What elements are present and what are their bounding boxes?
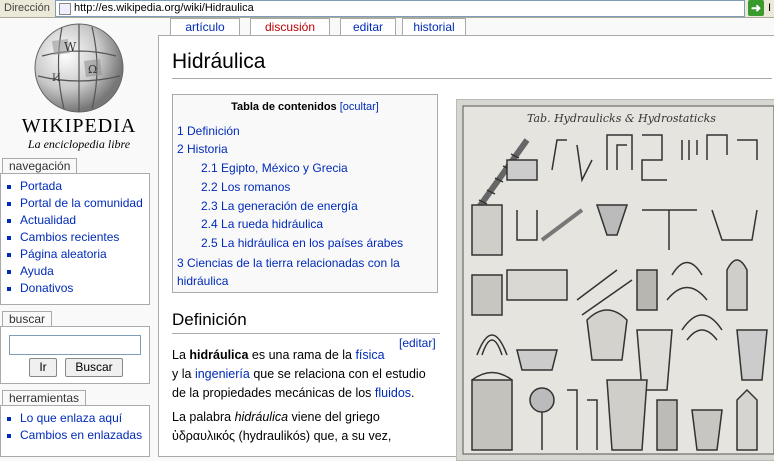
bullet-icon bbox=[7, 252, 11, 257]
bullet-icon bbox=[7, 286, 11, 291]
bullet-icon bbox=[7, 184, 11, 189]
sidebar-item-enlazadas[interactable]: Cambios en enlazadas bbox=[7, 427, 149, 444]
engraving-image: Tab. Hydraulicks & Hydrostaticks bbox=[462, 105, 774, 455]
tab-articulo[interactable]: artículo bbox=[170, 18, 240, 36]
nav-portlet: Portada Portal de la comunidad Actualida… bbox=[0, 173, 150, 305]
toc-item[interactable]: 2.5 La hidráulica en los países árabes bbox=[201, 236, 403, 250]
wikipedia-logo[interactable]: W Ω И WIKIPEDIA La enciclopedia libre bbox=[0, 17, 160, 157]
link-fluidos[interactable]: fluidos bbox=[375, 386, 411, 400]
toc-item[interactable]: 2.1 Egipto, México y Grecia bbox=[201, 161, 348, 175]
bullet-icon bbox=[7, 201, 11, 206]
bullet-icon bbox=[7, 218, 11, 223]
svg-text:И: И bbox=[52, 73, 61, 84]
content-area: Hidráulica Tabla de contenidos [ocultar]… bbox=[158, 35, 774, 461]
illustration-caption: Tab. Hydraulicks & Hydrostaticks bbox=[527, 112, 716, 125]
sidebar-item-portada[interactable]: Portada bbox=[7, 178, 149, 195]
tab-editar[interactable]: editar bbox=[340, 18, 396, 35]
toc-item[interactable]: 3 Ciencias de la tierra relacionadas con… bbox=[177, 256, 400, 270]
paragraph-line: y la ingeniería que se relaciona con el … bbox=[172, 367, 426, 381]
svg-text:W: W bbox=[64, 40, 77, 54]
bullet-icon bbox=[7, 235, 11, 240]
puzzle-globe-icon: W Ω И bbox=[34, 23, 124, 113]
paragraph-line: La palabra hidráulica viene del griego bbox=[172, 410, 380, 424]
logo-tagline: La enciclopedia libre bbox=[27, 137, 131, 151]
sidebar-item-portal[interactable]: Portal de la comunidad bbox=[7, 195, 149, 212]
svg-text:Ω: Ω bbox=[88, 63, 97, 76]
address-bar: Dirección http://es.wikipedia.org/wiki/H… bbox=[0, 0, 774, 18]
bullet-icon bbox=[7, 433, 11, 438]
nav-portlet-title: navegación bbox=[2, 158, 78, 174]
sidebar-item-ayuda[interactable]: Ayuda bbox=[7, 263, 149, 280]
url-input[interactable]: http://es.wikipedia.org/wiki/Hidraulica … bbox=[55, 0, 745, 17]
tab-discusion[interactable]: discusión bbox=[250, 18, 330, 35]
toc-item[interactable]: hidráulica bbox=[177, 274, 228, 288]
search-button[interactable]: Buscar bbox=[65, 358, 123, 377]
tools-portlet-title: herramientas bbox=[2, 390, 87, 406]
paragraph-line: La hidráulica es una rama de la física bbox=[172, 348, 385, 362]
go-arrow-icon[interactable]: ➜ bbox=[748, 0, 764, 16]
link-ingenieria[interactable]: ingeniería bbox=[195, 367, 250, 381]
sidebar-item-actualidad[interactable]: Actualidad bbox=[7, 212, 149, 229]
link-fisica[interactable]: física bbox=[355, 348, 384, 362]
bullet-icon bbox=[7, 269, 11, 274]
hydraulics-illustration[interactable]: Tab. Hydraulicks & Hydrostaticks bbox=[456, 99, 774, 461]
title-divider bbox=[172, 78, 772, 79]
page-icon bbox=[59, 3, 71, 15]
toc-title: Tabla de contenidos bbox=[231, 101, 337, 113]
sidebar-item-cambios[interactable]: Cambios recientes bbox=[7, 229, 149, 246]
toc-item[interactable]: 2.4 La rueda hidráulica bbox=[201, 217, 323, 231]
toc-item[interactable]: 2.2 Los romanos bbox=[201, 180, 290, 194]
section-heading: Definición bbox=[172, 310, 247, 329]
tab-historial[interactable]: historial bbox=[402, 18, 466, 35]
search-input[interactable] bbox=[9, 335, 141, 355]
url-text: http://es.wikipedia.org/wiki/Hidraulica bbox=[74, 2, 254, 14]
page-title: Hidráulica bbox=[172, 50, 266, 73]
sidebar-item-donativos[interactable]: Donativos bbox=[7, 280, 149, 297]
search-portlet-title: buscar bbox=[2, 311, 53, 327]
toc-item[interactable]: 2 Historia bbox=[177, 142, 228, 156]
table-of-contents: Tabla de contenidos [ocultar] 1 Definici… bbox=[172, 94, 438, 293]
toc-header: Tabla de contenidos [ocultar] bbox=[173, 101, 437, 113]
section-divider bbox=[172, 333, 440, 334]
paragraph-line: de la propiedades mecánicas de los fluid… bbox=[172, 386, 415, 400]
bullet-icon bbox=[7, 416, 11, 421]
search-portlet: Ir Buscar bbox=[0, 326, 150, 384]
sidebar-item-aleatoria[interactable]: Página aleatoria bbox=[7, 246, 149, 263]
paragraph-line: ὑδραυλικός (hydraulikós) que, a su vez, bbox=[172, 429, 392, 443]
go-label[interactable]: I bbox=[768, 2, 771, 14]
logo-wordmark: WIKIPEDIA bbox=[21, 115, 137, 137]
address-label: Dirección bbox=[4, 2, 50, 14]
toc-toggle-link[interactable]: [ocultar] bbox=[340, 101, 379, 113]
tools-portlet: Lo que enlaza aquí Cambios en enlazadas bbox=[0, 405, 150, 457]
toc-item[interactable]: 2.3 La generación de energía bbox=[201, 199, 358, 213]
sidebar-item-enlaza[interactable]: Lo que enlaza aquí bbox=[7, 410, 149, 427]
go-button[interactable]: Ir bbox=[29, 358, 57, 377]
toc-item[interactable]: 1 Definición bbox=[177, 124, 240, 138]
